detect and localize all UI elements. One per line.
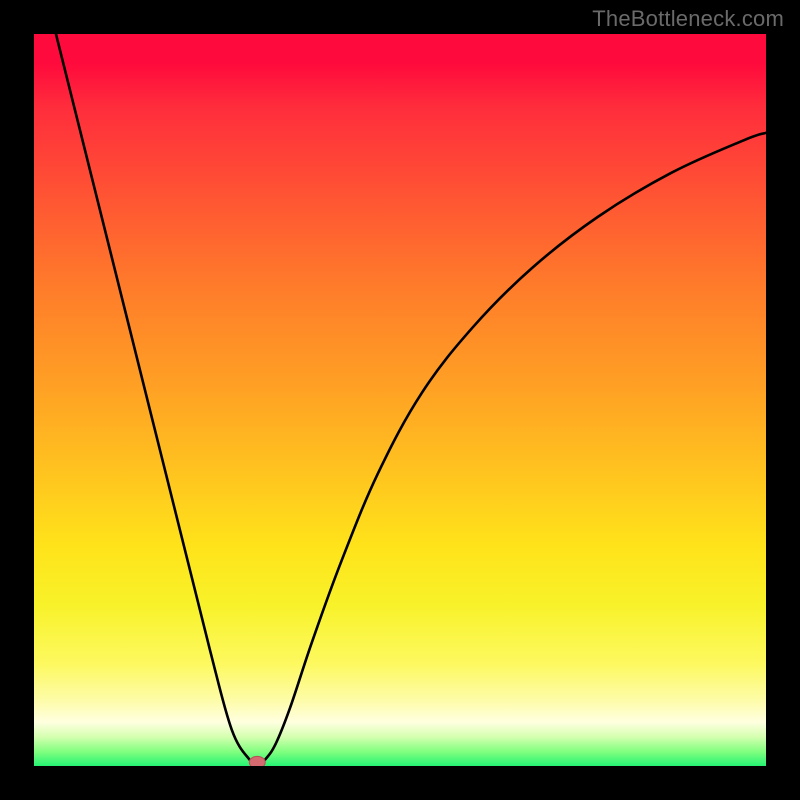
plot-area bbox=[34, 34, 766, 766]
optimal-point-marker bbox=[249, 756, 265, 766]
watermark-text: TheBottleneck.com bbox=[592, 6, 784, 32]
chart-svg bbox=[34, 34, 766, 766]
bottleneck-curve bbox=[56, 34, 766, 765]
chart-frame: TheBottleneck.com bbox=[0, 0, 800, 800]
